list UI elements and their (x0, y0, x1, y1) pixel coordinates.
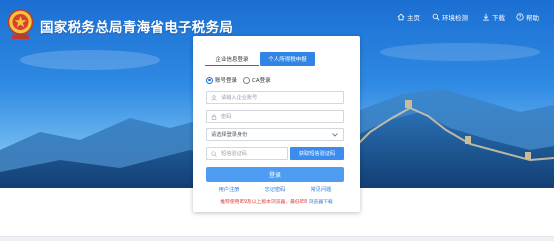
radio-account-login[interactable]: 账号登录 (206, 76, 237, 84)
nav-home-label: 主页 (407, 14, 420, 22)
get-sms-code-button[interactable]: 获取短信验证码 (290, 147, 344, 160)
nav-help-label: 帮助 (526, 14, 539, 22)
login-page: 国家税务总局青海省电子税务局 主页 环境检测 下载 ? 帮助 企业信息登录 个人… (0, 0, 554, 241)
nav-env-check-link[interactable]: 环境检测 (432, 12, 468, 22)
login-method-group: 账号登录 CA登录 (206, 76, 277, 84)
browser-notice-text: 推荐使用IE9及以上版本浏览器，最低IE8 (220, 200, 308, 205)
faq-link[interactable]: 常见问题 (311, 186, 332, 193)
account-input[interactable]: 请输入企业账号 (206, 91, 344, 104)
account-placeholder: 请输入企业账号 (221, 95, 258, 101)
password-placeholder: 密码 (221, 114, 232, 120)
lock-icon (211, 113, 217, 120)
auxiliary-links: 用户注册 忘记密码 常见问题 (206, 186, 344, 193)
footer-strip (0, 236, 554, 241)
browser-download-link[interactable]: 浏览器下载 (309, 200, 333, 205)
sms-code-input[interactable]: 短信验证码 (206, 147, 288, 160)
env-check-icon (432, 13, 440, 21)
login-card: 企业信息登录 个人所得税申报 账号登录 CA登录 请输入企业账号 密码 请选择登… (193, 36, 360, 212)
tax-emblem-icon (7, 9, 34, 39)
identity-select[interactable]: 请选择登录身份 (206, 128, 344, 141)
radio-ca-label: CA登录 (252, 78, 271, 84)
browser-notice: 推荐使用IE9及以上版本浏览器，最低IE8 浏览器下载 (199, 198, 354, 205)
radio-ca-login[interactable]: CA登录 (243, 76, 271, 84)
nav-home-link[interactable]: 主页 (397, 12, 420, 22)
register-link[interactable]: 用户注册 (219, 186, 240, 193)
radio-account-label: 账号登录 (215, 78, 238, 84)
nav-env-check-label: 环境检测 (442, 14, 468, 22)
sms-code-placeholder: 短信验证码 (221, 151, 247, 157)
download-icon (483, 13, 489, 21)
nav-download-link[interactable]: 下载 (482, 12, 505, 22)
radio-unchecked-icon (243, 76, 251, 84)
search-icon (211, 150, 217, 157)
forgot-password-link[interactable]: 忘记密码 (265, 186, 286, 193)
nav-download-label: 下载 (492, 14, 505, 22)
user-icon (211, 94, 217, 101)
home-icon (397, 13, 405, 21)
site-title: 国家税务总局青海省电子税务局 (40, 20, 234, 36)
nav-help-link[interactable]: ? 帮助 (516, 12, 539, 22)
password-input[interactable]: 密码 (206, 110, 344, 123)
chevron-down-icon (332, 132, 338, 137)
login-button[interactable]: 登录 (206, 167, 344, 182)
help-icon: ? (516, 13, 524, 21)
tab-enterprise-login[interactable]: 企业信息登录 (205, 52, 259, 66)
radio-checked-icon (206, 76, 213, 84)
identity-select-value: 请选择登录身份 (211, 132, 248, 138)
tab-personal-tax[interactable]: 个人所得税申报 (260, 52, 315, 66)
